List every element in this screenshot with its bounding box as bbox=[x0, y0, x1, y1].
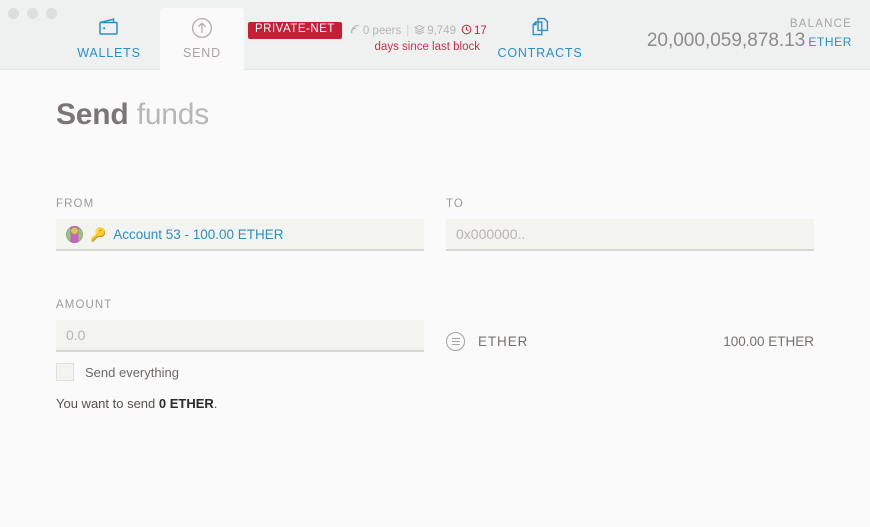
amount-label: AMOUNT bbox=[56, 299, 113, 311]
signal-icon bbox=[350, 24, 361, 37]
last-block-note: days since last block bbox=[374, 41, 480, 53]
tab-wallets-label: WALLETS bbox=[77, 46, 141, 60]
currency-available-amount: 100.00 ETHER bbox=[723, 333, 814, 349]
key-icon: 🔑 bbox=[90, 226, 107, 242]
metric-separator: | bbox=[406, 24, 410, 37]
to-field-group: TO bbox=[446, 198, 814, 251]
blocks-icon bbox=[414, 24, 426, 38]
tab-wallets[interactable]: WALLETS bbox=[66, 16, 152, 60]
zoom-button[interactable] bbox=[46, 7, 57, 19]
send-summary-amount: 0 ETHER bbox=[158, 396, 214, 411]
app-header: WALLETS SEND PRIVATE-NET 0 peers | 9,749… bbox=[0, 0, 870, 70]
balance-value-text: 20,000,059,878.13 bbox=[646, 30, 806, 51]
send-everything-checkbox[interactable] bbox=[56, 363, 74, 381]
up-arrow-circle-icon bbox=[159, 16, 245, 42]
balance-display: BALANCE 20,000,059,878.13 ETHER bbox=[647, 18, 852, 52]
network-status: PRIVATE-NET 0 peers | 9,749 17 days sinc… bbox=[248, 22, 487, 53]
wallet-icon bbox=[66, 16, 152, 42]
block-count-label: 9,749 bbox=[427, 24, 456, 37]
peer-count-label: 0 peers bbox=[362, 24, 402, 37]
tab-send[interactable]: SEND bbox=[159, 16, 245, 60]
send-summary-prefix: You want to send bbox=[56, 396, 159, 411]
block-age: 17 bbox=[461, 24, 487, 38]
amount-input[interactable] bbox=[56, 320, 424, 352]
from-to-row: FROM 🔑 Account 53 - 100.00 ETHER TO bbox=[56, 198, 814, 251]
to-address-input[interactable] bbox=[446, 219, 814, 251]
close-button[interactable] bbox=[8, 7, 19, 19]
send-summary: You want to send 0 ETHER. bbox=[56, 396, 424, 411]
network-metrics: 0 peers | 9,749 17 bbox=[350, 24, 487, 38]
currency-group: ETHER 100.00 ETHER bbox=[446, 299, 814, 411]
page-title: Send funds bbox=[56, 70, 814, 132]
balance-unit: ETHER bbox=[808, 35, 852, 49]
balance-amount: 20,000,059,878.13 ETHER bbox=[646, 30, 852, 52]
peer-count: 0 peers bbox=[350, 24, 401, 37]
account-identicon-avatar bbox=[66, 225, 83, 243]
tab-contracts[interactable]: CONTRACTS bbox=[497, 16, 583, 60]
clock-icon bbox=[461, 24, 472, 38]
block-age-label: 17 bbox=[473, 24, 487, 37]
from-label: FROM bbox=[56, 198, 95, 210]
amount-field-group: AMOUNT Send everything You want to send … bbox=[56, 299, 424, 411]
from-field-group: FROM 🔑 Account 53 - 100.00 ETHER bbox=[56, 198, 424, 251]
send-everything-row[interactable]: Send everything bbox=[56, 363, 424, 381]
from-account-select[interactable]: 🔑 Account 53 - 100.00 ETHER bbox=[56, 219, 424, 251]
balance-label: BALANCE bbox=[789, 18, 852, 30]
currency-name-label: ETHER bbox=[478, 333, 529, 349]
amount-row: AMOUNT Send everything You want to send … bbox=[56, 251, 814, 411]
minimize-button[interactable] bbox=[27, 7, 38, 19]
documents-icon bbox=[497, 16, 583, 42]
currency-selector[interactable]: ETHER 100.00 ETHER bbox=[446, 325, 814, 357]
from-account-label: Account 53 - 100.00 ETHER bbox=[113, 226, 284, 242]
tab-contracts-label: CONTRACTS bbox=[497, 46, 583, 60]
page-title-strong: Send bbox=[56, 98, 129, 131]
page-title-light: funds bbox=[136, 98, 210, 131]
window-controls bbox=[8, 6, 57, 20]
to-label: TO bbox=[446, 198, 464, 210]
menu-circle-icon bbox=[446, 331, 465, 351]
send-summary-suffix: . bbox=[213, 396, 218, 411]
tab-send-label: SEND bbox=[183, 46, 221, 60]
block-count: 9,749 bbox=[414, 24, 456, 38]
send-funds-page: Send funds FROM 🔑 Account 53 - 100.00 ET… bbox=[0, 70, 870, 527]
network-badge: PRIVATE-NET bbox=[248, 22, 342, 39]
send-everything-label: Send everything bbox=[85, 364, 179, 380]
